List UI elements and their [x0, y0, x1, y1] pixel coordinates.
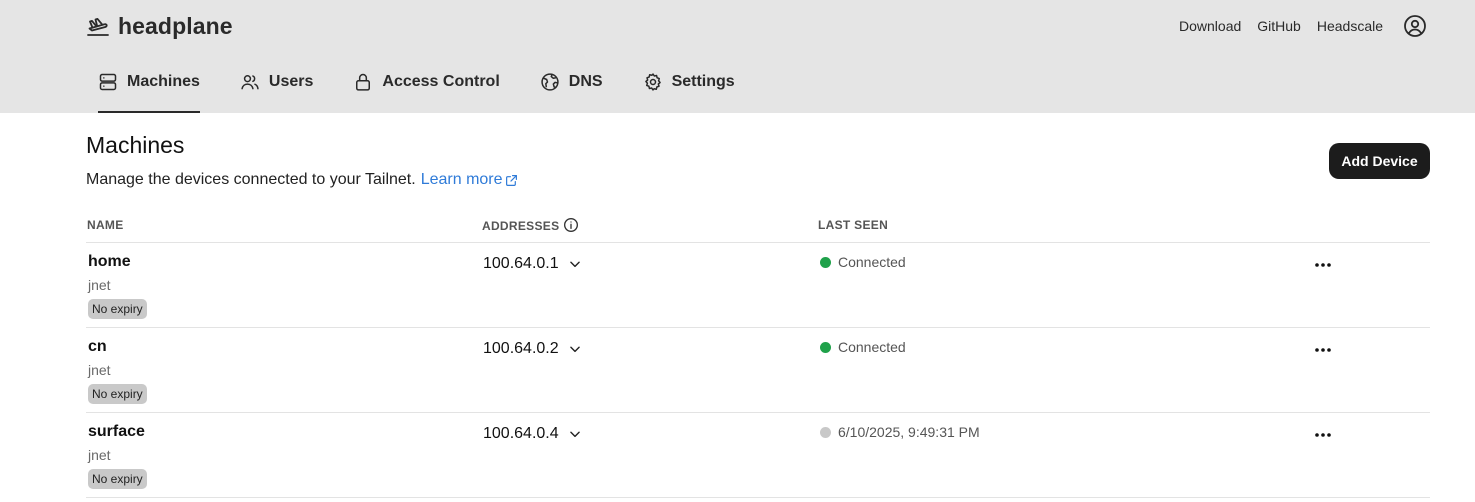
- machine-name[interactable]: surface: [88, 423, 145, 441]
- more-horizontal-icon: [1315, 263, 1331, 267]
- last-seen: 6/10/2025, 9:49:31 PM: [820, 424, 980, 440]
- tab-label: Machines: [127, 73, 200, 90]
- table-header: NAME ADDRESSES LAST SEEN: [86, 218, 1430, 243]
- tab-machines[interactable]: Machines: [98, 70, 200, 113]
- last-seen-text: 6/10/2025, 9:49:31 PM: [838, 424, 980, 440]
- address-dropdown[interactable]: 100.64.0.1: [483, 255, 582, 273]
- top-bar: headplane Download GitHub Headscale Mach…: [0, 0, 1475, 113]
- globe-icon: [541, 73, 559, 91]
- last-seen-text: Connected: [838, 254, 906, 270]
- table-row[interactable]: cn jnet No expiry 100.64.0.2 Connected: [86, 328, 1430, 413]
- header-links: Download GitHub Headscale: [1179, 12, 1427, 40]
- machine-user: jnet: [88, 447, 111, 463]
- add-device-button[interactable]: Add Device: [1329, 143, 1430, 179]
- info-icon[interactable]: [563, 217, 579, 233]
- expiry-badge: No expiry: [88, 384, 147, 404]
- row-menu-button[interactable]: [1312, 427, 1334, 443]
- address-dropdown[interactable]: 100.64.0.2: [483, 340, 582, 358]
- main-tabs: Machines Users Access Control DNS Settin…: [98, 70, 775, 113]
- tab-label: DNS: [568, 73, 603, 90]
- tab-label: Users: [268, 73, 314, 90]
- column-header-name: NAME: [87, 218, 124, 232]
- row-menu-button[interactable]: [1312, 257, 1334, 273]
- tab-settings[interactable]: Settings: [643, 70, 735, 113]
- learn-more-label: Learn more: [420, 171, 503, 188]
- column-header-addresses: ADDRESSES: [482, 218, 579, 233]
- chevron-down-icon: [569, 431, 580, 438]
- brand[interactable]: headplane: [86, 12, 233, 40]
- machine-user: jnet: [88, 277, 111, 293]
- tab-dns[interactable]: DNS: [540, 70, 603, 113]
- column-header-last-seen: LAST SEEN: [818, 218, 889, 232]
- page-subtitle: Manage the devices connected to your Tai…: [86, 171, 518, 189]
- table-row[interactable]: home jnet No expiry 100.64.0.1 Connected: [86, 243, 1430, 328]
- last-seen: Connected: [820, 339, 906, 355]
- machine-user: jnet: [88, 362, 111, 378]
- lock-icon: [356, 73, 371, 91]
- more-horizontal-icon: [1315, 433, 1331, 437]
- more-horizontal-icon: [1315, 348, 1331, 352]
- machine-name[interactable]: cn: [88, 338, 107, 356]
- users-icon: [241, 75, 259, 90]
- chevron-down-icon: [569, 346, 580, 353]
- tab-label: Settings: [671, 73, 735, 90]
- learn-more-link[interactable]: Learn more: [421, 171, 518, 189]
- gear-icon: [644, 73, 661, 91]
- row-menu-button[interactable]: [1312, 342, 1334, 358]
- status-dot-online: [820, 341, 831, 353]
- tab-users[interactable]: Users: [240, 70, 313, 113]
- page-title: Machines: [86, 132, 185, 158]
- last-seen-text: Connected: [838, 339, 906, 355]
- address-value: 100.64.0.1: [483, 255, 559, 272]
- status-dot-online: [820, 256, 831, 268]
- table-row[interactable]: surface jnet No expiry 100.64.0.4 6/10/2…: [86, 413, 1430, 498]
- expiry-badge: No expiry: [88, 299, 147, 319]
- addresses-header-label: ADDRESSES: [482, 218, 560, 233]
- external-link-icon: [505, 174, 517, 186]
- download-link[interactable]: Download: [1179, 18, 1241, 34]
- account-icon[interactable]: [1403, 14, 1427, 38]
- subtitle-text: Manage the devices connected to your Tai…: [86, 171, 416, 188]
- chevron-down-icon: [569, 261, 580, 268]
- server-icon: [99, 73, 117, 91]
- tab-label: Access Control: [382, 73, 500, 90]
- machine-name[interactable]: home: [88, 253, 131, 271]
- expiry-badge: No expiry: [88, 469, 147, 489]
- headscale-link[interactable]: Headscale: [1317, 18, 1383, 34]
- address-value: 100.64.0.4: [483, 425, 559, 442]
- status-dot-offline: [820, 426, 831, 438]
- last-seen: Connected: [820, 254, 906, 270]
- app-name: headplane: [118, 12, 233, 39]
- tab-access-control[interactable]: Access Control: [353, 70, 500, 113]
- address-dropdown[interactable]: 100.64.0.4: [483, 425, 582, 443]
- github-link[interactable]: GitHub: [1257, 18, 1301, 34]
- address-value: 100.64.0.2: [483, 340, 559, 357]
- paper-plane-icon: [87, 18, 109, 36]
